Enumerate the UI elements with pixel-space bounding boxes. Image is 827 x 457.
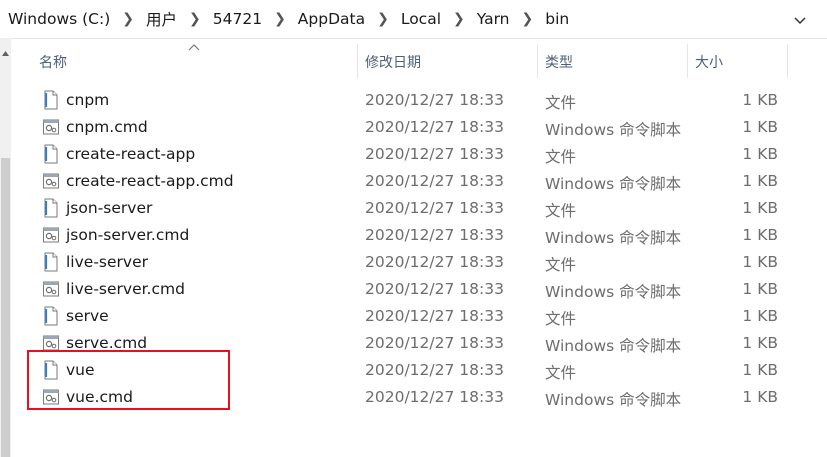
file-modified-date: 2020/12/27 18:33 — [365, 361, 504, 379]
file-icon — [42, 144, 60, 164]
chevron-right-icon[interactable]: ❯ — [522, 11, 534, 27]
file-modified-date: 2020/12/27 18:33 — [365, 172, 504, 190]
file-modified-date: 2020/12/27 18:33 — [365, 280, 504, 298]
file-size: 1 KB — [742, 361, 778, 379]
cmd-script-icon — [42, 117, 60, 137]
column-header-type[interactable]: 类型 — [545, 46, 687, 78]
file-size: 1 KB — [742, 226, 778, 244]
file-name: live-server.cmd — [66, 280, 185, 298]
address-bar[interactable]: Windows (C:) ❯ 用户 ❯ 54721 ❯ AppData ❯ Lo… — [0, 0, 827, 39]
file-type: Windows 命令脚本 — [545, 121, 682, 139]
file-type: 文件 — [545, 256, 577, 274]
file-row[interactable]: cnpm.cmd 2020/12/27 18:33 Windows 命令脚本 1 KB — [0, 114, 827, 141]
file-name: create-react-app — [66, 145, 196, 163]
file-row[interactable]: create-react-app 2020/12/27 18:33 文件 1 KB — [0, 141, 827, 168]
file-type: Windows 命令脚本 — [545, 229, 682, 247]
file-modified-date: 2020/12/27 18:33 — [365, 253, 504, 271]
breadcrumb-item-drive[interactable]: Windows (C:) — [8, 10, 110, 28]
file-type: Windows 命令脚本 — [545, 337, 682, 355]
file-type: 文件 — [545, 94, 577, 112]
file-name: serve — [66, 307, 109, 325]
file-row[interactable]: serve 2020/12/27 18:33 文件 1 KB — [0, 303, 827, 330]
scroll-up-arrow-icon[interactable] — [1, 50, 10, 58]
file-modified-date: 2020/12/27 18:33 — [365, 118, 504, 136]
file-icon — [42, 198, 60, 218]
column-divider[interactable] — [537, 44, 538, 78]
file-modified-date: 2020/12/27 18:33 — [365, 199, 504, 217]
file-modified-date: 2020/12/27 18:33 — [365, 226, 504, 244]
file-icon — [42, 252, 60, 272]
cmd-script-icon — [42, 171, 60, 191]
file-modified-date: 2020/12/27 18:33 — [365, 145, 504, 163]
breadcrumb-item-user[interactable]: 54721 — [213, 10, 262, 28]
chevron-right-icon[interactable]: ❯ — [189, 11, 201, 27]
file-row[interactable]: live-server.cmd 2020/12/27 18:33 Windows 命… — [0, 276, 827, 303]
breadcrumb-item-appdata[interactable]: AppData — [298, 10, 365, 28]
file-size: 1 KB — [742, 172, 778, 190]
file-row[interactable]: live-server 2020/12/27 18:33 文件 1 KB — [0, 249, 827, 276]
file-icon — [42, 90, 60, 110]
file-size: 1 KB — [742, 388, 778, 406]
chevron-right-icon[interactable]: ❯ — [122, 11, 134, 27]
breadcrumb-item-local[interactable]: Local — [401, 10, 441, 28]
breadcrumb: Windows (C:) ❯ 用户 ❯ 54721 ❯ AppData ❯ Lo… — [8, 0, 569, 38]
column-header-date-label: 修改日期 — [365, 55, 421, 71]
file-name: cnpm — [66, 91, 110, 109]
file-modified-date: 2020/12/27 18:33 — [365, 388, 504, 406]
file-name: json-server — [66, 199, 153, 217]
cmd-script-icon — [42, 279, 60, 299]
file-size: 1 KB — [742, 307, 778, 325]
cmd-script-icon — [42, 225, 60, 245]
column-header-size-label: 大小 — [695, 55, 723, 71]
file-name: json-server.cmd — [66, 226, 190, 244]
column-header-name-label: 名称 — [39, 55, 67, 71]
file-modified-date: 2020/12/27 18:33 — [365, 334, 504, 352]
file-row[interactable]: json-server 2020/12/27 18:33 文件 1 KB — [0, 195, 827, 222]
chevron-right-icon[interactable]: ❯ — [453, 11, 465, 27]
file-size: 1 KB — [742, 118, 778, 136]
file-row[interactable]: cnpm 2020/12/27 18:33 文件 1 KB — [0, 87, 827, 114]
column-header-name[interactable]: 名称 — [39, 46, 357, 78]
chevron-right-icon[interactable]: ❯ — [274, 11, 286, 27]
chevron-right-icon[interactable]: ❯ — [377, 11, 389, 27]
file-size: 1 KB — [742, 334, 778, 352]
file-name: create-react-app.cmd — [66, 172, 234, 190]
file-type: 文件 — [545, 148, 577, 166]
chevron-down-icon[interactable] — [792, 12, 808, 28]
file-type: 文件 — [545, 202, 577, 220]
file-size: 1 KB — [742, 280, 778, 298]
column-header-type-label: 类型 — [545, 55, 573, 71]
file-size: 1 KB — [742, 253, 778, 271]
file-type: Windows 命令脚本 — [545, 391, 682, 409]
column-header-size[interactable]: 大小 — [695, 46, 787, 78]
column-divider[interactable] — [357, 44, 358, 78]
file-type: 文件 — [545, 364, 577, 382]
file-modified-date: 2020/12/27 18:33 — [365, 91, 504, 109]
file-size: 1 KB — [742, 145, 778, 163]
breadcrumb-item-users[interactable]: 用户 — [146, 8, 177, 30]
file-name: live-server — [66, 253, 148, 271]
file-row[interactable]: create-react-app.cmd 2020/12/27 18:33 Wind… — [0, 168, 827, 195]
breadcrumb-item-yarn[interactable]: Yarn — [477, 10, 510, 28]
column-divider[interactable] — [687, 44, 688, 78]
file-type: Windows 命令脚本 — [545, 175, 682, 193]
column-divider[interactable] — [787, 44, 788, 78]
highlight-box — [27, 350, 230, 410]
file-type: Windows 命令脚本 — [545, 283, 682, 301]
file-size: 1 KB — [742, 91, 778, 109]
file-modified-date: 2020/12/27 18:33 — [365, 307, 504, 325]
file-size: 1 KB — [742, 199, 778, 217]
file-name: cnpm.cmd — [66, 118, 148, 136]
column-header-date[interactable]: 修改日期 — [365, 46, 537, 78]
file-type: 文件 — [545, 310, 577, 328]
file-row[interactable]: json-server.cmd 2020/12/27 18:33 Windows 命… — [0, 222, 827, 249]
file-icon — [42, 306, 60, 326]
breadcrumb-item-bin[interactable]: bin — [545, 10, 569, 28]
